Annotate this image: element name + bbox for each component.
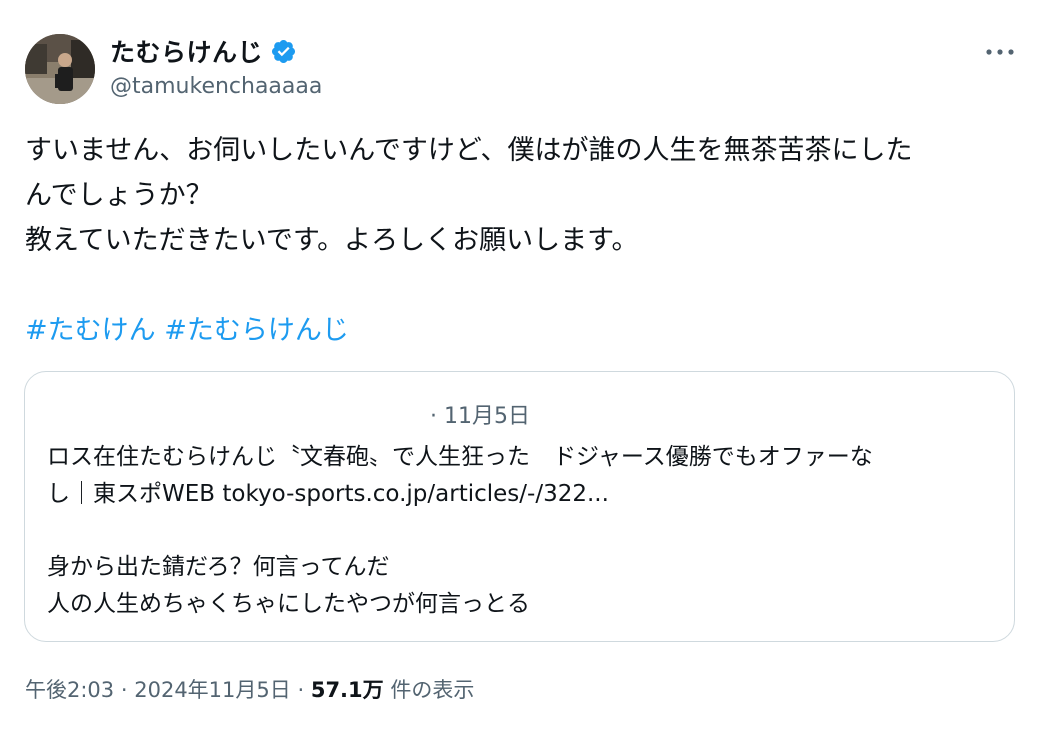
- author-row: たむらけんじ: [110, 34, 297, 68]
- quoted-tweet-card[interactable]: · 11月5日 ロス在住たむらけんじ〝文春砲〟で人生狂った ドジャース優勝でもオ…: [24, 371, 1015, 642]
- avatar-image: [25, 34, 95, 104]
- hashtag-link[interactable]: #たむらけんじ: [164, 315, 349, 346]
- separator-dot: ·: [430, 404, 437, 429]
- quoted-tweet-text-line: 身から出た錆だろ？何言ってんだ: [47, 554, 390, 580]
- tweet: たむらけんじ @tamukenchaaaaa すいません、お伺いしたいんですけど…: [0, 0, 1038, 734]
- quoted-tweet-date[interactable]: 11月5日: [444, 404, 530, 429]
- quoted-tweet-text: ロス在住たむらけんじ〝文春砲〟で人生狂った ドジャース優勝でもオファーな し｜東…: [47, 439, 997, 623]
- separator-dot: ·: [297, 678, 305, 702]
- tweet-text-line: すいません、お伺いしたいんですけど、僕はが誰の人生を無茶苦茶にした: [25, 135, 913, 166]
- verified-badge-icon[interactable]: [270, 38, 297, 65]
- tweet-time[interactable]: 午後2:03: [25, 678, 114, 702]
- avatar[interactable]: [25, 34, 95, 104]
- quoted-tweet-text-line: ロス在住たむらけんじ〝文春砲〟で人生狂った ドジャース優勝でもオファーな: [47, 444, 873, 470]
- quoted-tweet-text-line: 人の人生めちゃくちゃにしたやつが何言っとる: [47, 591, 530, 617]
- more-horizontal-icon: [986, 49, 1014, 55]
- views-label: 件の表示: [390, 678, 475, 702]
- tweet-date[interactable]: 2024年11月5日: [134, 678, 291, 702]
- more-options-button[interactable]: [980, 36, 1020, 68]
- views-count: 57.1万: [310, 678, 384, 702]
- tweet-text-line: んでしょうか？: [25, 180, 213, 211]
- quoted-tweet-text-line: し｜東スポWEB tokyo-sports.co.jp/articles/-/3…: [47, 481, 609, 507]
- hashtag-link[interactable]: #たむけん: [25, 315, 156, 346]
- quoted-tweet-date-row: · 11月5日: [430, 398, 530, 430]
- hashtags: #たむけん #たむらけんじ: [25, 308, 349, 353]
- tweet-meta: 午後2:03 · 2024年11月5日 · 57.1万 件の表示: [25, 674, 474, 704]
- tweet-text-line: 教えていただきたいです。よろしくお願いします。: [25, 225, 639, 256]
- tweet-text: すいません、お伺いしたいんですけど、僕はが誰の人生を無茶苦茶にした んでしょうか…: [25, 128, 1020, 263]
- separator-dot: ·: [120, 678, 128, 702]
- user-handle[interactable]: @tamukenchaaaaa: [110, 74, 322, 99]
- display-name[interactable]: たむらけんじ: [110, 33, 263, 69]
